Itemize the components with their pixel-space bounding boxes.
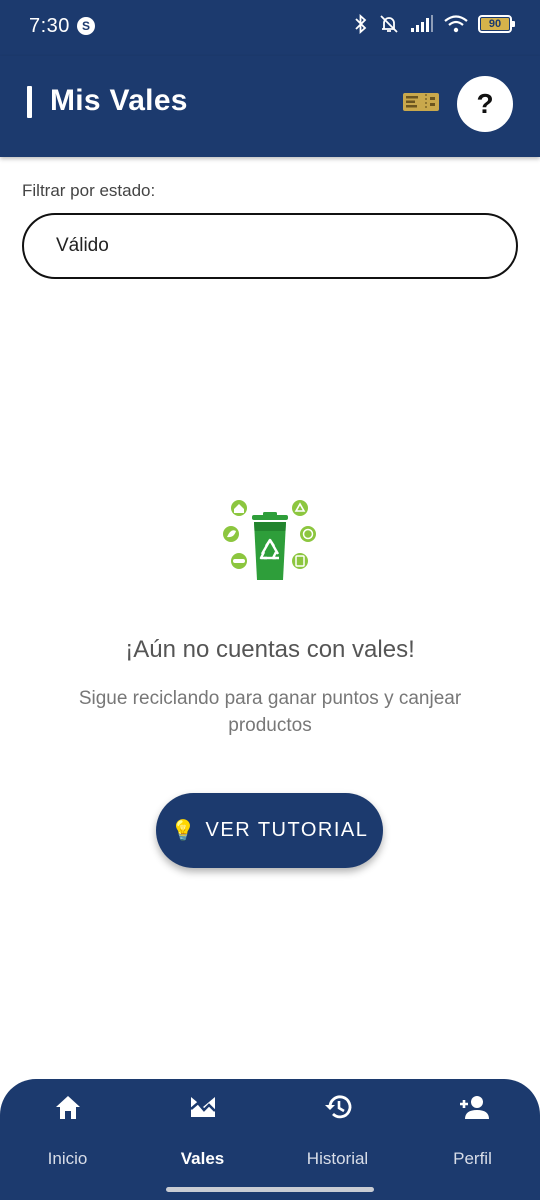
recycle-bin-icon <box>223 500 316 580</box>
ticket-button[interactable] <box>402 89 440 115</box>
status-filter-select[interactable]: Válido <box>22 213 518 279</box>
empty-state-title: ¡Aún no cuentas con vales! <box>125 636 415 663</box>
home-icon <box>55 1096 80 1119</box>
status-icons: 90 <box>354 14 515 34</box>
nav-label-perfil: Perfil <box>453 1149 492 1168</box>
signal-icon <box>411 15 433 32</box>
bottom-navigation: Inicio Vales Historial Perfil <box>0 1079 540 1200</box>
page-title: Mis Vales <box>50 84 188 117</box>
battery-icon: 90 <box>478 15 515 33</box>
bluetooth-icon <box>355 14 367 34</box>
app-bar: Mis Vales ? <box>0 56 540 157</box>
nav-item-perfil[interactable]: Perfil <box>405 1079 540 1189</box>
status-time: 7:30 <box>29 15 70 37</box>
nav-label-inicio: Inicio <box>47 1149 88 1168</box>
ticket-icon <box>403 93 439 111</box>
wifi-icon <box>444 15 468 33</box>
nav-label-vales: Vales <box>180 1149 225 1168</box>
view-tutorial-button[interactable]: 💡 VER TUTORIAL <box>156 793 383 868</box>
home-indicator[interactable] <box>166 1187 374 1192</box>
mute-icon <box>380 15 398 33</box>
help-button[interactable]: ? <box>457 76 513 132</box>
history-icon <box>324 1095 351 1119</box>
add-person-icon <box>459 1096 489 1119</box>
view-tutorial-label: VER TUTORIAL <box>205 819 369 841</box>
nav-item-inicio[interactable]: Inicio <box>0 1079 135 1189</box>
nav-item-vales[interactable]: Vales <box>135 1079 270 1189</box>
vouchers-icon <box>189 1097 216 1117</box>
title-accent-bar <box>27 86 32 118</box>
lightbulb-icon: 💡 <box>170 820 196 842</box>
app-notification-icon: S <box>77 17 95 35</box>
nav-label-historial: Historial <box>306 1149 369 1168</box>
nav-item-historial[interactable]: Historial <box>270 1079 405 1189</box>
battery-level: 90 <box>481 18 509 30</box>
status-bar: 7:30 S 90 <box>0 0 540 56</box>
filter-label: Filtrar por estado: <box>22 181 156 200</box>
empty-state-subtitle: Sigue reciclando para ganar puntos y can… <box>78 688 462 736</box>
